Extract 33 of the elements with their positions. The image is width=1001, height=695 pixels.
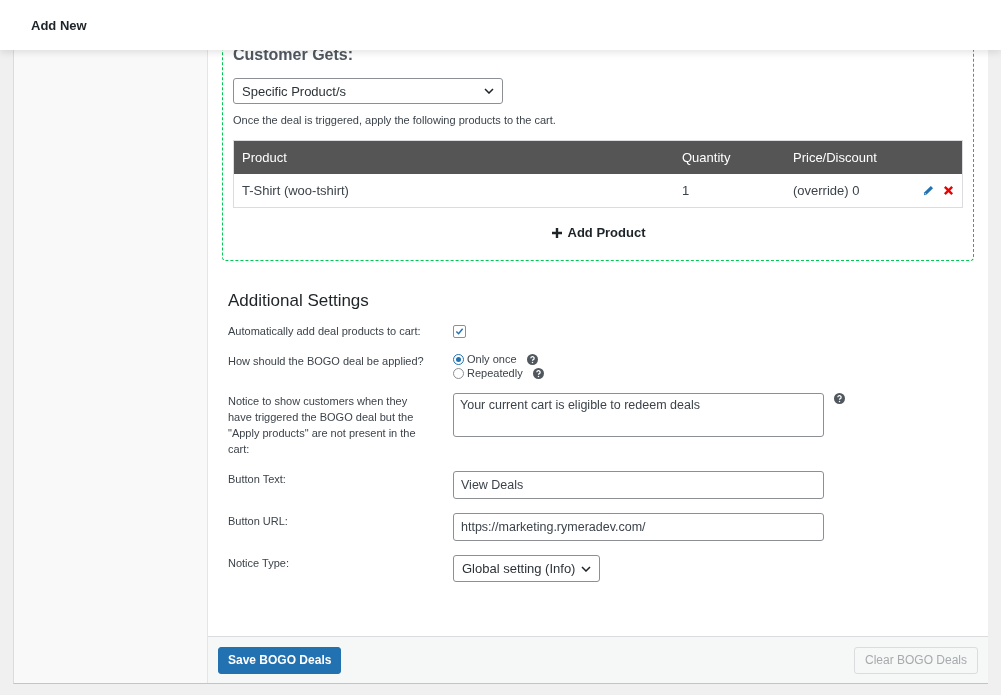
field-label: Notice to show customers when they have triggered the BOGO deal but the "Apply products" are not present in the cart:: [228, 394, 417, 457]
checkbox[interactable]: [453, 325, 466, 338]
notice-textarea[interactable]: Your current cart is eligible to redeem deals: [453, 393, 824, 437]
field-label: Button Text:: [228, 472, 287, 487]
column-header: Product: [233, 140, 674, 174]
help-icon[interactable]: [834, 393, 845, 404]
radio-option[interactable]: Only once: [453, 353, 517, 365]
help-text: Once the deal is triggered, apply the following products to the cart.: [233, 114, 556, 126]
field-label: How should the BOGO deal be applied?: [228, 354, 425, 369]
text-field[interactable]: View Deals: [453, 471, 824, 499]
field-label: Automatically add deal products to cart:: [228, 324, 422, 339]
chevron-down-icon: [581, 565, 592, 572]
field-label: Button URL:: [228, 514, 289, 529]
field-label: Notice Type:: [228, 556, 290, 571]
notice-type-dropdown[interactable]: Global setting (Info): [453, 555, 601, 582]
help-icon[interactable]: [532, 367, 544, 379]
table-cell: (override) 0: [785, 174, 896, 208]
column-header: Quantity: [674, 140, 785, 174]
save-button[interactable]: Save BOGO Deals: [218, 646, 342, 674]
plus-icon: [550, 226, 563, 239]
help-icon[interactable]: [526, 353, 538, 365]
product-type-dropdown[interactable]: Specific Product/s: [233, 78, 503, 104]
text-field[interactable]: https://marketing.rymeradev.com/: [453, 513, 824, 541]
delete-icon[interactable]: [943, 185, 954, 196]
page-title: Add New: [31, 17, 87, 33]
pencil-icon[interactable]: [922, 184, 935, 197]
add-product-button[interactable]: Add Product: [550, 225, 646, 240]
chevron-down-icon: [484, 88, 494, 94]
radio-option[interactable]: Repeatedly: [453, 367, 523, 379]
table-cell: 1: [674, 174, 785, 208]
table-cell: T-Shirt (woo-tshirt): [233, 174, 674, 208]
column-header: Price/Discount: [785, 140, 896, 174]
section-heading: Additional Settings: [228, 291, 369, 311]
